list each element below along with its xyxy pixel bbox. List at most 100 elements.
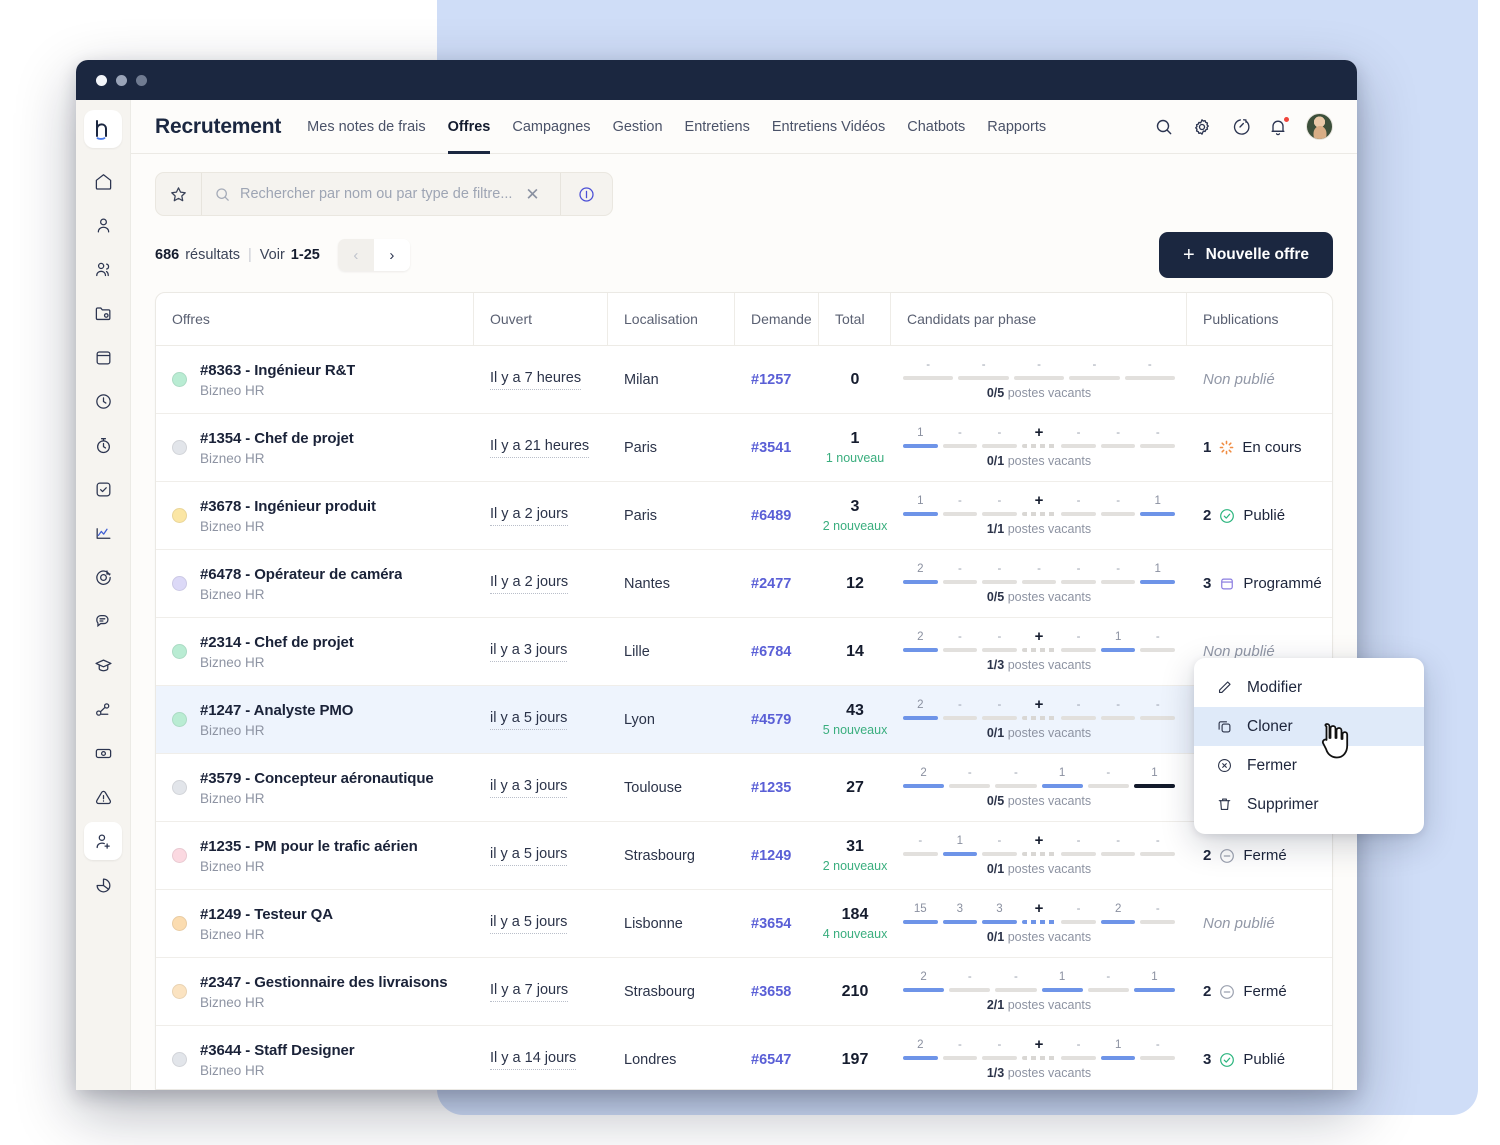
sidebar-item-objectives[interactable] xyxy=(84,558,122,596)
phase-bar[interactable] xyxy=(1140,648,1176,652)
nav-link-offres[interactable]: Offres xyxy=(448,100,491,154)
sidebar-item-recruitment[interactable] xyxy=(84,822,122,860)
phase-bar[interactable] xyxy=(942,444,978,448)
logo-h-icon[interactable] xyxy=(84,110,122,148)
table-row[interactable]: #6478 - Opérateur de caméra Bizneo HR Il y… xyxy=(156,550,1332,618)
phase-bar[interactable] xyxy=(1021,580,1057,584)
table-row[interactable]: #3579 - Concepteur aéronautique Bizneo HR… xyxy=(156,754,1332,822)
phase-bar[interactable] xyxy=(1041,988,1083,992)
phase-bar[interactable] xyxy=(1100,580,1136,584)
phase-bar[interactable] xyxy=(942,852,978,856)
phase-bar[interactable] xyxy=(1021,1056,1057,1060)
phase-bar[interactable] xyxy=(1140,852,1176,856)
offer-title[interactable]: #2314 - Chef de projet xyxy=(200,634,354,651)
request-link[interactable]: #1235 xyxy=(751,780,791,796)
phase-bar[interactable] xyxy=(1061,716,1096,720)
offer-title[interactable]: #3579 - Concepteur aéronautique xyxy=(200,770,434,787)
phase-bar[interactable] xyxy=(1100,1056,1136,1060)
offer-title[interactable]: #1354 - Chef de projet xyxy=(200,430,354,447)
search-input-wrap[interactable]: Rechercher par nom ou par type de filtre… xyxy=(202,186,560,203)
phase-bar[interactable] xyxy=(1087,784,1129,788)
info-icon[interactable] xyxy=(560,173,612,215)
phase-bar[interactable] xyxy=(1013,376,1065,380)
offer-title[interactable]: #3644 - Staff Designer xyxy=(200,1042,355,1059)
phase-bar[interactable] xyxy=(982,852,1017,856)
search-input[interactable]: Rechercher par nom ou par type de filtre… xyxy=(240,186,512,202)
column-header-demande[interactable]: Demande xyxy=(735,293,819,345)
sidebar-item-analytics[interactable] xyxy=(84,514,122,552)
nav-link-rapports[interactable]: Rapports xyxy=(987,100,1046,154)
table-row[interactable]: #2314 - Chef de projet Bizneo HR il y a 3 … xyxy=(156,618,1332,686)
window-close-dot[interactable] xyxy=(96,74,107,86)
table-row[interactable]: #3644 - Staff Designer Bizneo HR Il y a 14… xyxy=(156,1026,1332,1089)
phase-bar[interactable] xyxy=(942,920,978,924)
sidebar-item-learning[interactable] xyxy=(84,646,122,684)
sidebar-item-documents[interactable] xyxy=(84,294,122,332)
phase-bar[interactable] xyxy=(1140,444,1176,448)
phase-bar[interactable] xyxy=(949,784,991,788)
nav-link-campagnes[interactable]: Campagnes xyxy=(512,100,590,154)
sidebar-item-time[interactable] xyxy=(84,382,122,420)
phase-bar[interactable] xyxy=(1021,716,1057,720)
request-link[interactable]: #2477 xyxy=(751,576,791,592)
offer-title[interactable]: #1247 - Analyste PMO xyxy=(200,702,353,719)
request-link[interactable]: #1249 xyxy=(751,848,791,864)
sidebar-item-payroll[interactable] xyxy=(84,734,122,772)
request-link[interactable]: #6547 xyxy=(751,1052,791,1068)
phase-bar[interactable] xyxy=(903,852,938,856)
phase-bar[interactable] xyxy=(903,1056,938,1060)
chevron-right-icon[interactable]: › xyxy=(373,239,410,271)
phase-bar[interactable] xyxy=(1021,648,1057,652)
search-filter-bar[interactable]: Rechercher par nom ou par type de filtre… xyxy=(155,172,613,216)
phase-bar[interactable] xyxy=(1021,852,1057,856)
phase-bar[interactable] xyxy=(1041,784,1083,788)
context-menu-item-cloner[interactable]: Cloner xyxy=(1194,707,1424,746)
phase-bar[interactable] xyxy=(1087,988,1129,992)
phase-bar[interactable] xyxy=(982,580,1017,584)
offer-title[interactable]: #6478 - Opérateur de caméra xyxy=(200,566,402,583)
close-icon[interactable]: ✕ xyxy=(525,186,539,203)
table-row[interactable]: #1249 - Testeur QA Bizneo HR il y a 5 jour… xyxy=(156,890,1332,958)
context-menu-item-modifier[interactable]: Modifier xyxy=(1194,668,1424,707)
chevron-left-icon[interactable]: ‹ xyxy=(337,239,374,271)
speedometer-icon[interactable] xyxy=(1230,117,1250,137)
phase-bar[interactable] xyxy=(903,648,938,652)
phase-bar[interactable] xyxy=(1021,920,1057,924)
phase-bar[interactable] xyxy=(903,920,938,924)
phase-bar[interactable] xyxy=(995,784,1037,788)
phase-bar[interactable] xyxy=(942,512,978,516)
phase-bar[interactable] xyxy=(1061,648,1096,652)
request-link[interactable]: #3654 xyxy=(751,916,791,932)
offer-title[interactable]: #3678 - Ingénieur produit xyxy=(200,498,376,515)
offer-title[interactable]: #1235 - PM pour le trafic aérien xyxy=(200,838,418,855)
column-header-localisation[interactable]: Localisation xyxy=(608,293,735,345)
sidebar-item-tasks[interactable] xyxy=(84,470,122,508)
phase-bar[interactable] xyxy=(982,1056,1017,1060)
column-header-offres[interactable]: Offres xyxy=(156,293,474,345)
phase-bar[interactable] xyxy=(1061,580,1096,584)
phase-bar[interactable] xyxy=(1069,376,1120,380)
user-avatar[interactable] xyxy=(1306,113,1333,140)
phase-bar[interactable] xyxy=(982,920,1017,924)
phase-bar[interactable] xyxy=(1021,512,1057,516)
phase-bar[interactable] xyxy=(982,716,1017,720)
phase-bar[interactable] xyxy=(1140,920,1176,924)
phase-bar[interactable] xyxy=(1100,444,1136,448)
nav-link-entretiens[interactable]: Entretiens xyxy=(685,100,750,154)
offer-title[interactable]: #2347 - Gestionnaire des livraisons xyxy=(200,974,447,991)
phase-bar[interactable] xyxy=(942,1056,978,1060)
column-header-total[interactable]: Total xyxy=(819,293,891,345)
star-icon[interactable] xyxy=(156,173,202,215)
sidebar-item-workflows[interactable] xyxy=(84,690,122,728)
phase-bar[interactable] xyxy=(1021,444,1057,448)
table-row[interactable]: #2347 - Gestionnaire des livraisons Bizne… xyxy=(156,958,1332,1026)
sidebar-item-profile[interactable] xyxy=(84,206,122,244)
phase-bar[interactable] xyxy=(1133,988,1176,992)
phase-bar[interactable] xyxy=(1061,1056,1096,1060)
column-header-ouvert[interactable]: Ouvert xyxy=(474,293,608,345)
request-link[interactable]: #3541 xyxy=(751,440,791,456)
bell-icon[interactable] xyxy=(1268,115,1290,137)
phase-bar[interactable] xyxy=(903,376,954,380)
table-row[interactable]: #1354 - Chef de projet Bizneo HR Il y a 21… xyxy=(156,414,1332,482)
phase-bar[interactable] xyxy=(1061,852,1096,856)
